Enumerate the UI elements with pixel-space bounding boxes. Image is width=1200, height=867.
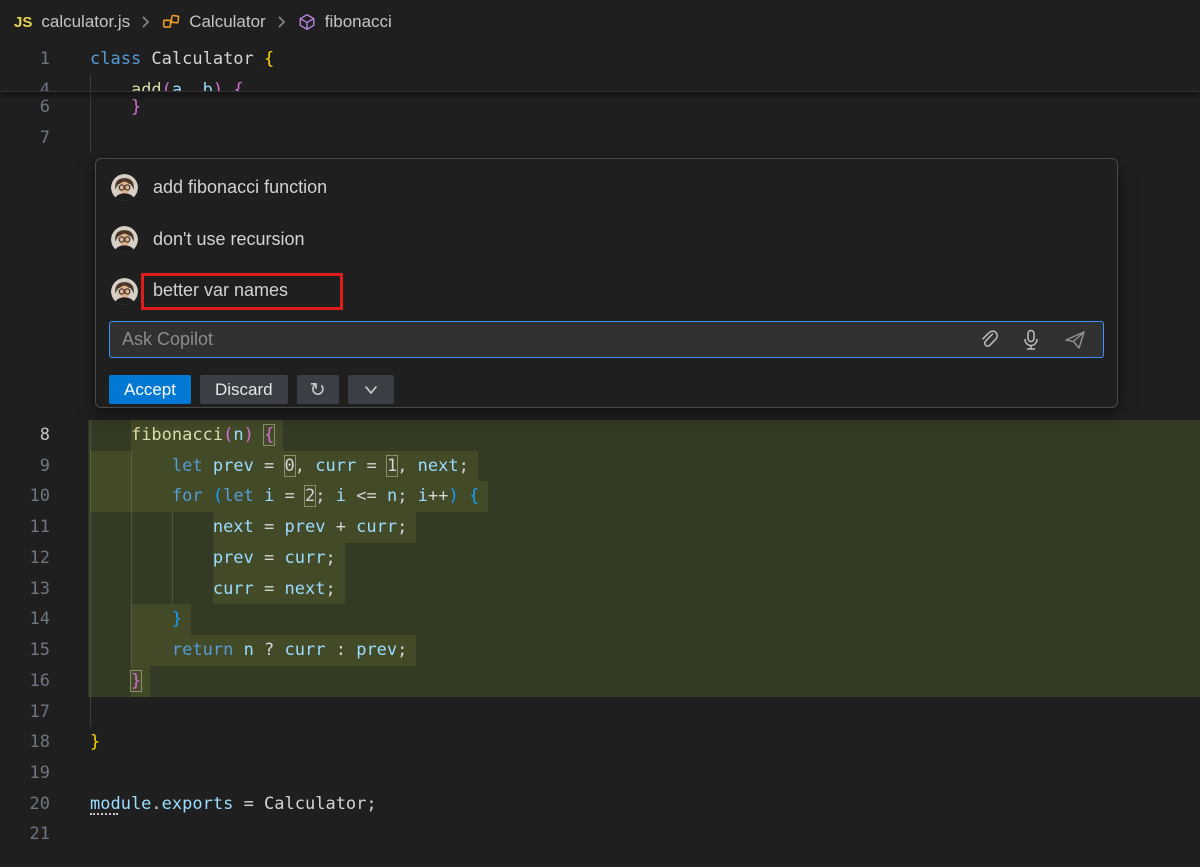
sticky-scroll[interactable]: 1class Calculator {4 add(a, b) { (0, 44, 1200, 92)
class-symbol-icon (162, 13, 180, 31)
code-line[interactable]: 12 prev = curr; (0, 543, 1200, 574)
indent-guide (90, 123, 91, 154)
code-line-text: for (let i = 2; i <= n; i++) { (90, 481, 479, 512)
code-line-text: prev = curr; (90, 543, 336, 574)
chat-input[interactable] (110, 329, 979, 350)
discard-button[interactable]: Discard (200, 375, 288, 404)
chevron-right-icon (275, 15, 287, 29)
code-line-text: } (90, 727, 100, 758)
chat-message-text: add fibonacci function (153, 177, 327, 198)
attach-icon[interactable] (979, 329, 999, 351)
chat-message: don't use recursion (96, 213, 1117, 265)
code-line[interactable]: 13 curr = next; (0, 574, 1200, 605)
code-line[interactable]: 19 (0, 758, 1200, 789)
code-line[interactable]: 16 } (0, 666, 1200, 697)
code-line[interactable]: 11 next = prev + curr; (0, 512, 1200, 543)
microphone-icon[interactable] (1022, 329, 1040, 351)
code-line-text: curr = next; (90, 574, 336, 605)
matched-bracket: 1 (387, 456, 397, 476)
line-number: 15 (0, 635, 50, 666)
method-symbol-icon (298, 13, 316, 31)
code-editor[interactable]: 6 }7 add fibonacci functiondon't use rec… (0, 92, 1200, 850)
inline-chat-zone: add fibonacci function don't use recursio… (0, 153, 1200, 420)
javascript-file-icon: JS (14, 14, 32, 31)
line-number: 12 (0, 543, 50, 574)
matched-bracket: 0 (285, 456, 295, 476)
line-number: 10 (0, 481, 50, 512)
code-line[interactable]: 6 } (0, 92, 1200, 123)
inserted-line-highlight (88, 604, 1200, 635)
code-line[interactable]: 21 (0, 819, 1200, 850)
chat-actions: Accept Discard ↻ (109, 375, 394, 404)
code-line-text: } (90, 604, 182, 635)
code-line-text: } (90, 666, 141, 697)
code-line[interactable]: 4 add(a, b) { (0, 75, 1200, 92)
line-number: 8 (0, 420, 50, 451)
regenerate-button[interactable]: ↻ (297, 375, 339, 404)
breadcrumb-method[interactable]: fibonacci (325, 12, 392, 32)
user-avatar (111, 174, 138, 201)
line-number: 18 (0, 727, 50, 758)
breadcrumb-file[interactable]: calculator.js (41, 12, 130, 32)
code-line-text: } (90, 92, 141, 123)
code-line[interactable]: 15 return n ? curr : prev; (0, 635, 1200, 666)
copilot-inline-chat: add fibonacci function don't use recursio… (95, 158, 1118, 408)
code-line[interactable]: 17 (0, 697, 1200, 728)
matched-bracket: } (131, 671, 141, 691)
line-number: 20 (0, 789, 50, 820)
code-line-text: class Calculator { (90, 44, 274, 75)
code-line[interactable]: 18} (0, 727, 1200, 758)
chat-message-text: don't use recursion (153, 229, 305, 250)
code-line[interactable]: 1 class Calculator { (0, 44, 1200, 75)
line-number: 21 (0, 819, 50, 850)
line-number: 7 (0, 123, 50, 154)
code-line-text: module.exports = Calculator; (90, 789, 377, 820)
code-line-text: fibonacci(n) { (90, 420, 274, 451)
code-line[interactable]: 20 module.exports = Calculator; (0, 789, 1200, 820)
line-number: 19 (0, 758, 50, 789)
line-number: 16 (0, 666, 50, 697)
chat-message: better var names (96, 265, 1117, 317)
hint-dots-decoration (90, 813, 118, 815)
user-avatar (111, 226, 138, 253)
code-line-text: return n ? curr : prev; (90, 635, 407, 666)
chat-message: add fibonacci function (96, 161, 1117, 213)
accept-button[interactable]: Accept (109, 375, 191, 404)
refresh-icon: ↻ (310, 379, 326, 401)
annotation-box: better var names (141, 273, 343, 310)
breadcrumb: JS calculator.js Calculator fibonacci (0, 0, 1200, 44)
vscode-window: JS calculator.js Calculator fibonacci 1 c… (0, 0, 1200, 850)
code-line[interactable]: 9 let prev = 0, curr = 1, next; (0, 451, 1200, 482)
chevron-right-icon (139, 15, 151, 29)
user-avatar (111, 278, 138, 305)
line-number: 9 (0, 451, 50, 482)
inserted-line-highlight (88, 666, 1200, 697)
line-number: 14 (0, 604, 50, 635)
more-actions-button[interactable] (348, 375, 394, 404)
code-line-text: let prev = 0, curr = 1, next; (90, 451, 469, 482)
matched-bracket: 2 (305, 486, 315, 506)
chevron-down-icon (363, 384, 379, 396)
code-line-text: next = prev + curr; (90, 512, 407, 543)
line-number: 1 (0, 44, 50, 75)
code-line-text: add(a, b) { (90, 75, 244, 92)
send-icon[interactable] (1063, 329, 1087, 351)
code-line[interactable]: 7 (0, 123, 1200, 154)
line-number: 11 (0, 512, 50, 543)
breadcrumb-class[interactable]: Calculator (189, 12, 266, 32)
line-number: 4 (0, 75, 50, 92)
code-line[interactable]: 8 fibonacci(n) { (0, 420, 1200, 451)
line-number: 17 (0, 697, 50, 728)
line-number: 13 (0, 574, 50, 605)
chat-input-container (109, 321, 1104, 358)
line-number: 6 (0, 92, 50, 123)
code-line[interactable]: 14 } (0, 604, 1200, 635)
code-line[interactable]: 10 for (let i = 2; i <= n; i++) { (0, 481, 1200, 512)
indent-guide (90, 697, 91, 728)
matched-bracket: { (264, 425, 274, 445)
